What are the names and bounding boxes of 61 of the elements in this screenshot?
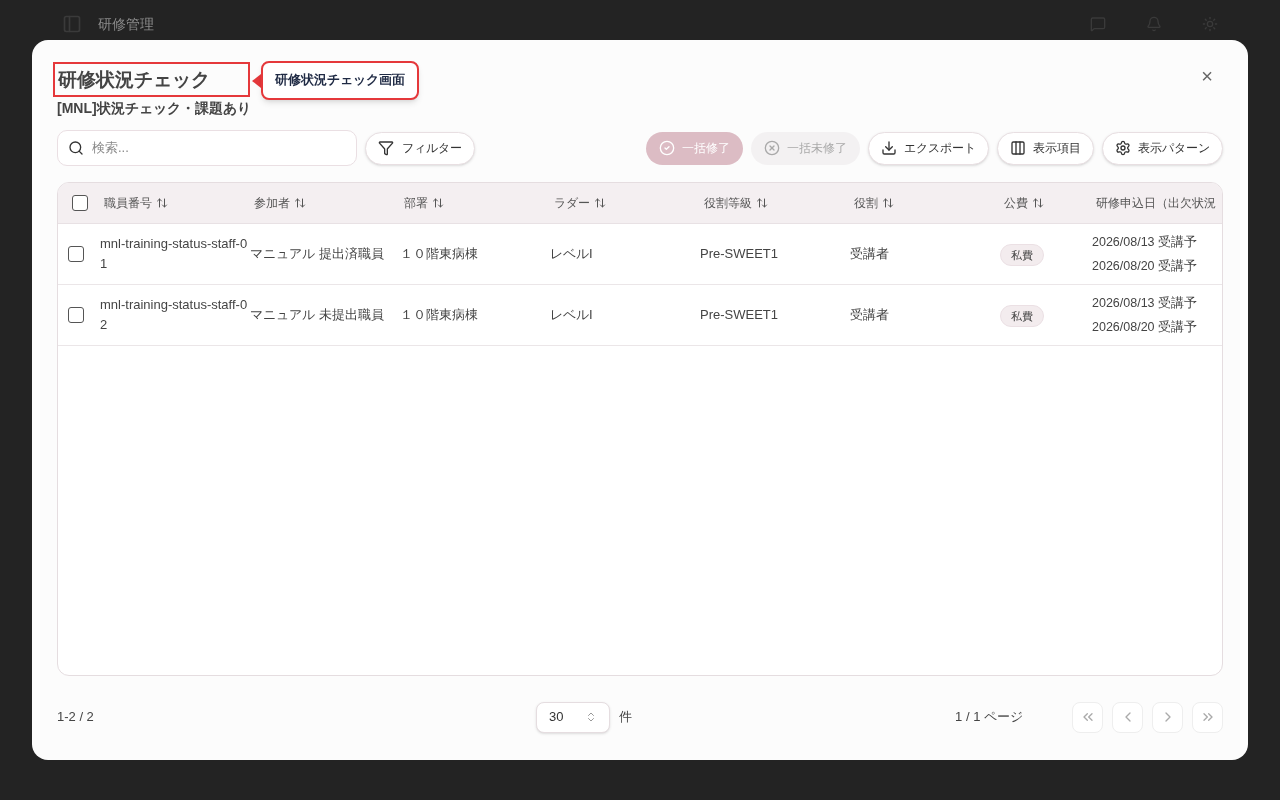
- callout-label: 研修状況チェック画面: [261, 61, 419, 100]
- columns-button[interactable]: 表示項目: [997, 131, 1094, 165]
- table-cell-text: レベルI: [550, 245, 594, 263]
- table-cell-text: mnl-training-status-staff-02: [100, 296, 248, 334]
- column-header[interactable]: 職員番号: [104, 194, 152, 212]
- search-field[interactable]: 検索...: [57, 130, 357, 166]
- page-size-select[interactable]: 30: [536, 701, 610, 733]
- x-circle-icon: [764, 140, 780, 156]
- sort-icon[interactable]: [594, 197, 606, 209]
- search-icon: [68, 140, 84, 156]
- tag: 私費: [1000, 304, 1044, 328]
- tag: 私費: [1000, 243, 1044, 267]
- table-cell-text: 受講者: [850, 245, 890, 263]
- sort-icon[interactable]: [432, 197, 444, 209]
- dialog-title: 研修状況チェック: [58, 68, 210, 92]
- table-cell-text: mnl-training-status-staff-01: [100, 235, 248, 273]
- search-input[interactable]: 検索...: [92, 138, 346, 158]
- column-header[interactable]: 部署: [404, 194, 428, 212]
- page-info: 1 / 1 ページ: [955, 708, 1023, 727]
- filter-button[interactable]: フィルター: [365, 131, 475, 165]
- dialog-subtitle: [MNL]状況チェック・課題あり: [57, 99, 251, 118]
- columns-icon: [1010, 140, 1026, 156]
- chevron-updown-icon: [585, 711, 597, 723]
- app-title: 研修管理: [98, 14, 154, 34]
- column-header[interactable]: 公費: [1004, 194, 1028, 212]
- table-cell-text: レベルI: [550, 306, 594, 324]
- check-circle-icon: [659, 140, 675, 156]
- column-header[interactable]: 参加者: [254, 194, 290, 212]
- sidebar-toggle-icon[interactable]: [62, 14, 82, 34]
- column-header[interactable]: 役割等級: [704, 194, 752, 212]
- table-cell-text: Pre-SWEET1: [700, 306, 779, 324]
- table-cell-text: 2026/08/20 受講予: [1092, 319, 1199, 336]
- table-cell-text: マニュアル 未提出職員: [250, 306, 384, 324]
- download-icon: [881, 140, 897, 156]
- close-button[interactable]: ×: [1201, 66, 1213, 86]
- settings-button[interactable]: 表示パターン: [1102, 131, 1223, 165]
- table-cell-text: 2026/08/13 受講予: [1092, 234, 1199, 251]
- column-header: 研修申込日（出欠状況: [1096, 195, 1216, 212]
- select-all-checkbox[interactable]: [72, 195, 88, 211]
- sort-icon[interactable]: [156, 197, 168, 209]
- table-cell-text: 2026/08/13 受講予: [1092, 295, 1199, 312]
- column-header[interactable]: ラダー: [554, 194, 590, 212]
- page-size-unit: 件: [619, 708, 632, 727]
- callout-pointer-icon: [252, 74, 261, 88]
- table-cell-text: １０階東病棟: [400, 306, 479, 324]
- sort-icon[interactable]: [756, 197, 768, 209]
- record-count: 1-2 / 2: [57, 708, 95, 727]
- row-checkbox[interactable]: [68, 307, 84, 323]
- table-cell-text: マニュアル 提出済職員: [250, 245, 384, 263]
- table-cell-text: 受講者: [850, 306, 890, 324]
- sort-icon[interactable]: [1032, 197, 1044, 209]
- sort-icon[interactable]: [882, 197, 894, 209]
- sort-icon[interactable]: [294, 197, 306, 209]
- row-checkbox[interactable]: [68, 246, 84, 262]
- table-cell-text: 2026/08/20 受講予: [1092, 258, 1199, 275]
- table-cell-text: １０階東病棟: [400, 245, 479, 263]
- export-button[interactable]: エクスポート: [868, 131, 989, 165]
- settings-icon: [1115, 140, 1131, 156]
- column-header[interactable]: 役割: [854, 194, 878, 212]
- filter-icon: [378, 140, 394, 156]
- table-cell-text: Pre-SWEET1: [700, 245, 779, 263]
